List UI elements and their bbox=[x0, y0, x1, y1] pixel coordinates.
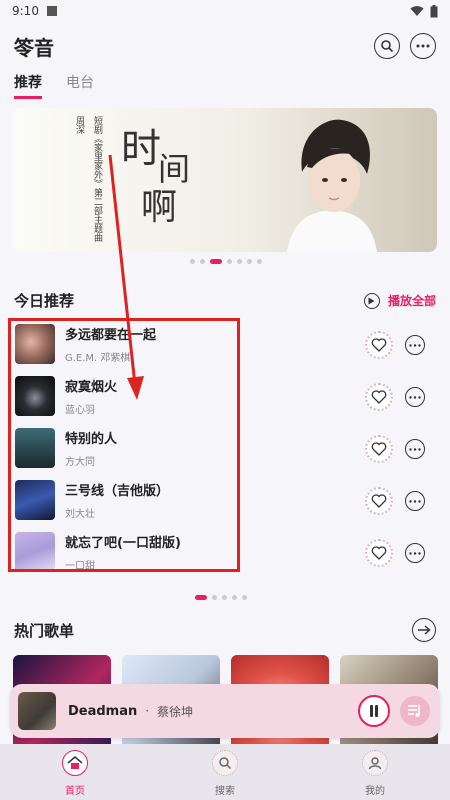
daily-section-header: 今日推荐 播放全部 bbox=[14, 290, 436, 311]
nav-profile[interactable]: 我的 bbox=[300, 744, 450, 800]
song-cover bbox=[15, 324, 55, 364]
more-icon bbox=[416, 44, 430, 48]
status-bar: 9:10 bbox=[0, 0, 450, 22]
mini-player-separator: · bbox=[145, 704, 150, 718]
like-button[interactable] bbox=[365, 539, 393, 567]
song-cover bbox=[15, 480, 55, 520]
search-button[interactable] bbox=[374, 33, 400, 59]
song-cover bbox=[15, 428, 55, 468]
heart-icon bbox=[371, 546, 387, 560]
nav-search-label: 搜索 bbox=[215, 786, 235, 797]
banner-portrait-image bbox=[287, 119, 377, 252]
pause-button[interactable] bbox=[358, 695, 390, 727]
more-icon bbox=[409, 447, 421, 451]
heart-icon bbox=[371, 494, 387, 508]
app-title: 笭音 bbox=[14, 35, 54, 60]
profile-icon bbox=[362, 750, 388, 776]
more-menu-button[interactable] bbox=[410, 33, 436, 59]
mini-player[interactable]: Deadman · 蔡徐坤 bbox=[10, 684, 440, 738]
more-playlists-button[interactable] bbox=[412, 618, 436, 642]
heart-icon bbox=[371, 338, 387, 352]
more-icon bbox=[409, 343, 421, 347]
list-pagination bbox=[195, 595, 247, 600]
search-icon bbox=[212, 750, 238, 776]
heart-icon bbox=[371, 442, 387, 456]
banner-pagination bbox=[190, 259, 262, 264]
battery-icon bbox=[430, 4, 438, 17]
nav-search[interactable]: 搜索 bbox=[150, 744, 300, 800]
home-icon bbox=[62, 750, 88, 776]
song-item[interactable]: 特别的人 方大同 bbox=[10, 422, 440, 474]
nav-home-label: 首页 bbox=[65, 786, 85, 797]
song-more-button[interactable] bbox=[405, 491, 425, 511]
daily-song-list: 多远都要在一起 G.E.M. 邓紫棋 寂寞烟火 蓝心羽 特别的人 方大同 三号线… bbox=[10, 318, 440, 574]
song-cover bbox=[15, 532, 55, 572]
mini-player-cover bbox=[18, 692, 56, 730]
heart-icon bbox=[371, 390, 387, 404]
song-more-button[interactable] bbox=[405, 335, 425, 355]
play-icon bbox=[363, 292, 380, 309]
song-item[interactable]: 三号线（吉他版） 刘大壮 bbox=[10, 474, 440, 526]
annotation-arrow bbox=[108, 154, 144, 400]
pause-icon bbox=[370, 705, 378, 717]
more-icon bbox=[409, 551, 421, 555]
top-tabs: 推荐 电台 bbox=[14, 72, 94, 99]
queue-icon bbox=[408, 705, 420, 717]
song-item[interactable]: 多远都要在一起 G.E.M. 邓紫棋 bbox=[10, 318, 440, 370]
like-button[interactable] bbox=[365, 331, 393, 359]
hot-title: 热门歌单 bbox=[14, 621, 75, 640]
search-icon bbox=[381, 40, 394, 53]
banner-credit-artist: 周深 bbox=[74, 116, 84, 134]
tab-radio[interactable]: 电台 bbox=[66, 72, 94, 99]
promo-banner[interactable]: 周深 短剧《家里家外》第二部主题曲 时 间 啊 bbox=[13, 108, 437, 252]
notification-icon bbox=[46, 6, 57, 16]
song-item[interactable]: 就忘了吧(一口甜版) 一口甜 bbox=[10, 526, 440, 574]
like-button[interactable] bbox=[365, 487, 393, 515]
status-time: 9:10 bbox=[12, 4, 39, 18]
mini-player-artist: 蔡徐坤 bbox=[157, 704, 194, 719]
arrow-right-icon bbox=[418, 625, 431, 635]
song-more-button[interactable] bbox=[405, 439, 425, 459]
nav-profile-label: 我的 bbox=[365, 786, 385, 797]
song-cover bbox=[15, 376, 55, 416]
play-all-button[interactable]: 播放全部 bbox=[363, 292, 436, 309]
bottom-nav: 首页 搜索 我的 bbox=[0, 744, 450, 800]
tab-recommend[interactable]: 推荐 bbox=[14, 72, 42, 99]
song-more-button[interactable] bbox=[405, 387, 425, 407]
daily-title: 今日推荐 bbox=[14, 292, 75, 310]
more-icon bbox=[409, 395, 421, 399]
mini-player-title: Deadman bbox=[68, 703, 138, 719]
like-button[interactable] bbox=[365, 383, 393, 411]
wifi-icon bbox=[410, 6, 424, 16]
hot-section-header: 热门歌单 bbox=[14, 618, 436, 642]
app-header: 笭音 bbox=[14, 30, 436, 62]
song-more-button[interactable] bbox=[405, 543, 425, 563]
like-button[interactable] bbox=[365, 435, 393, 463]
nav-home[interactable]: 首页 bbox=[0, 744, 150, 800]
play-all-label: 播放全部 bbox=[387, 294, 436, 308]
playlist-queue-button[interactable] bbox=[400, 696, 430, 726]
more-icon bbox=[409, 499, 421, 503]
song-item[interactable]: 寂寞烟火 蓝心羽 bbox=[10, 370, 440, 422]
